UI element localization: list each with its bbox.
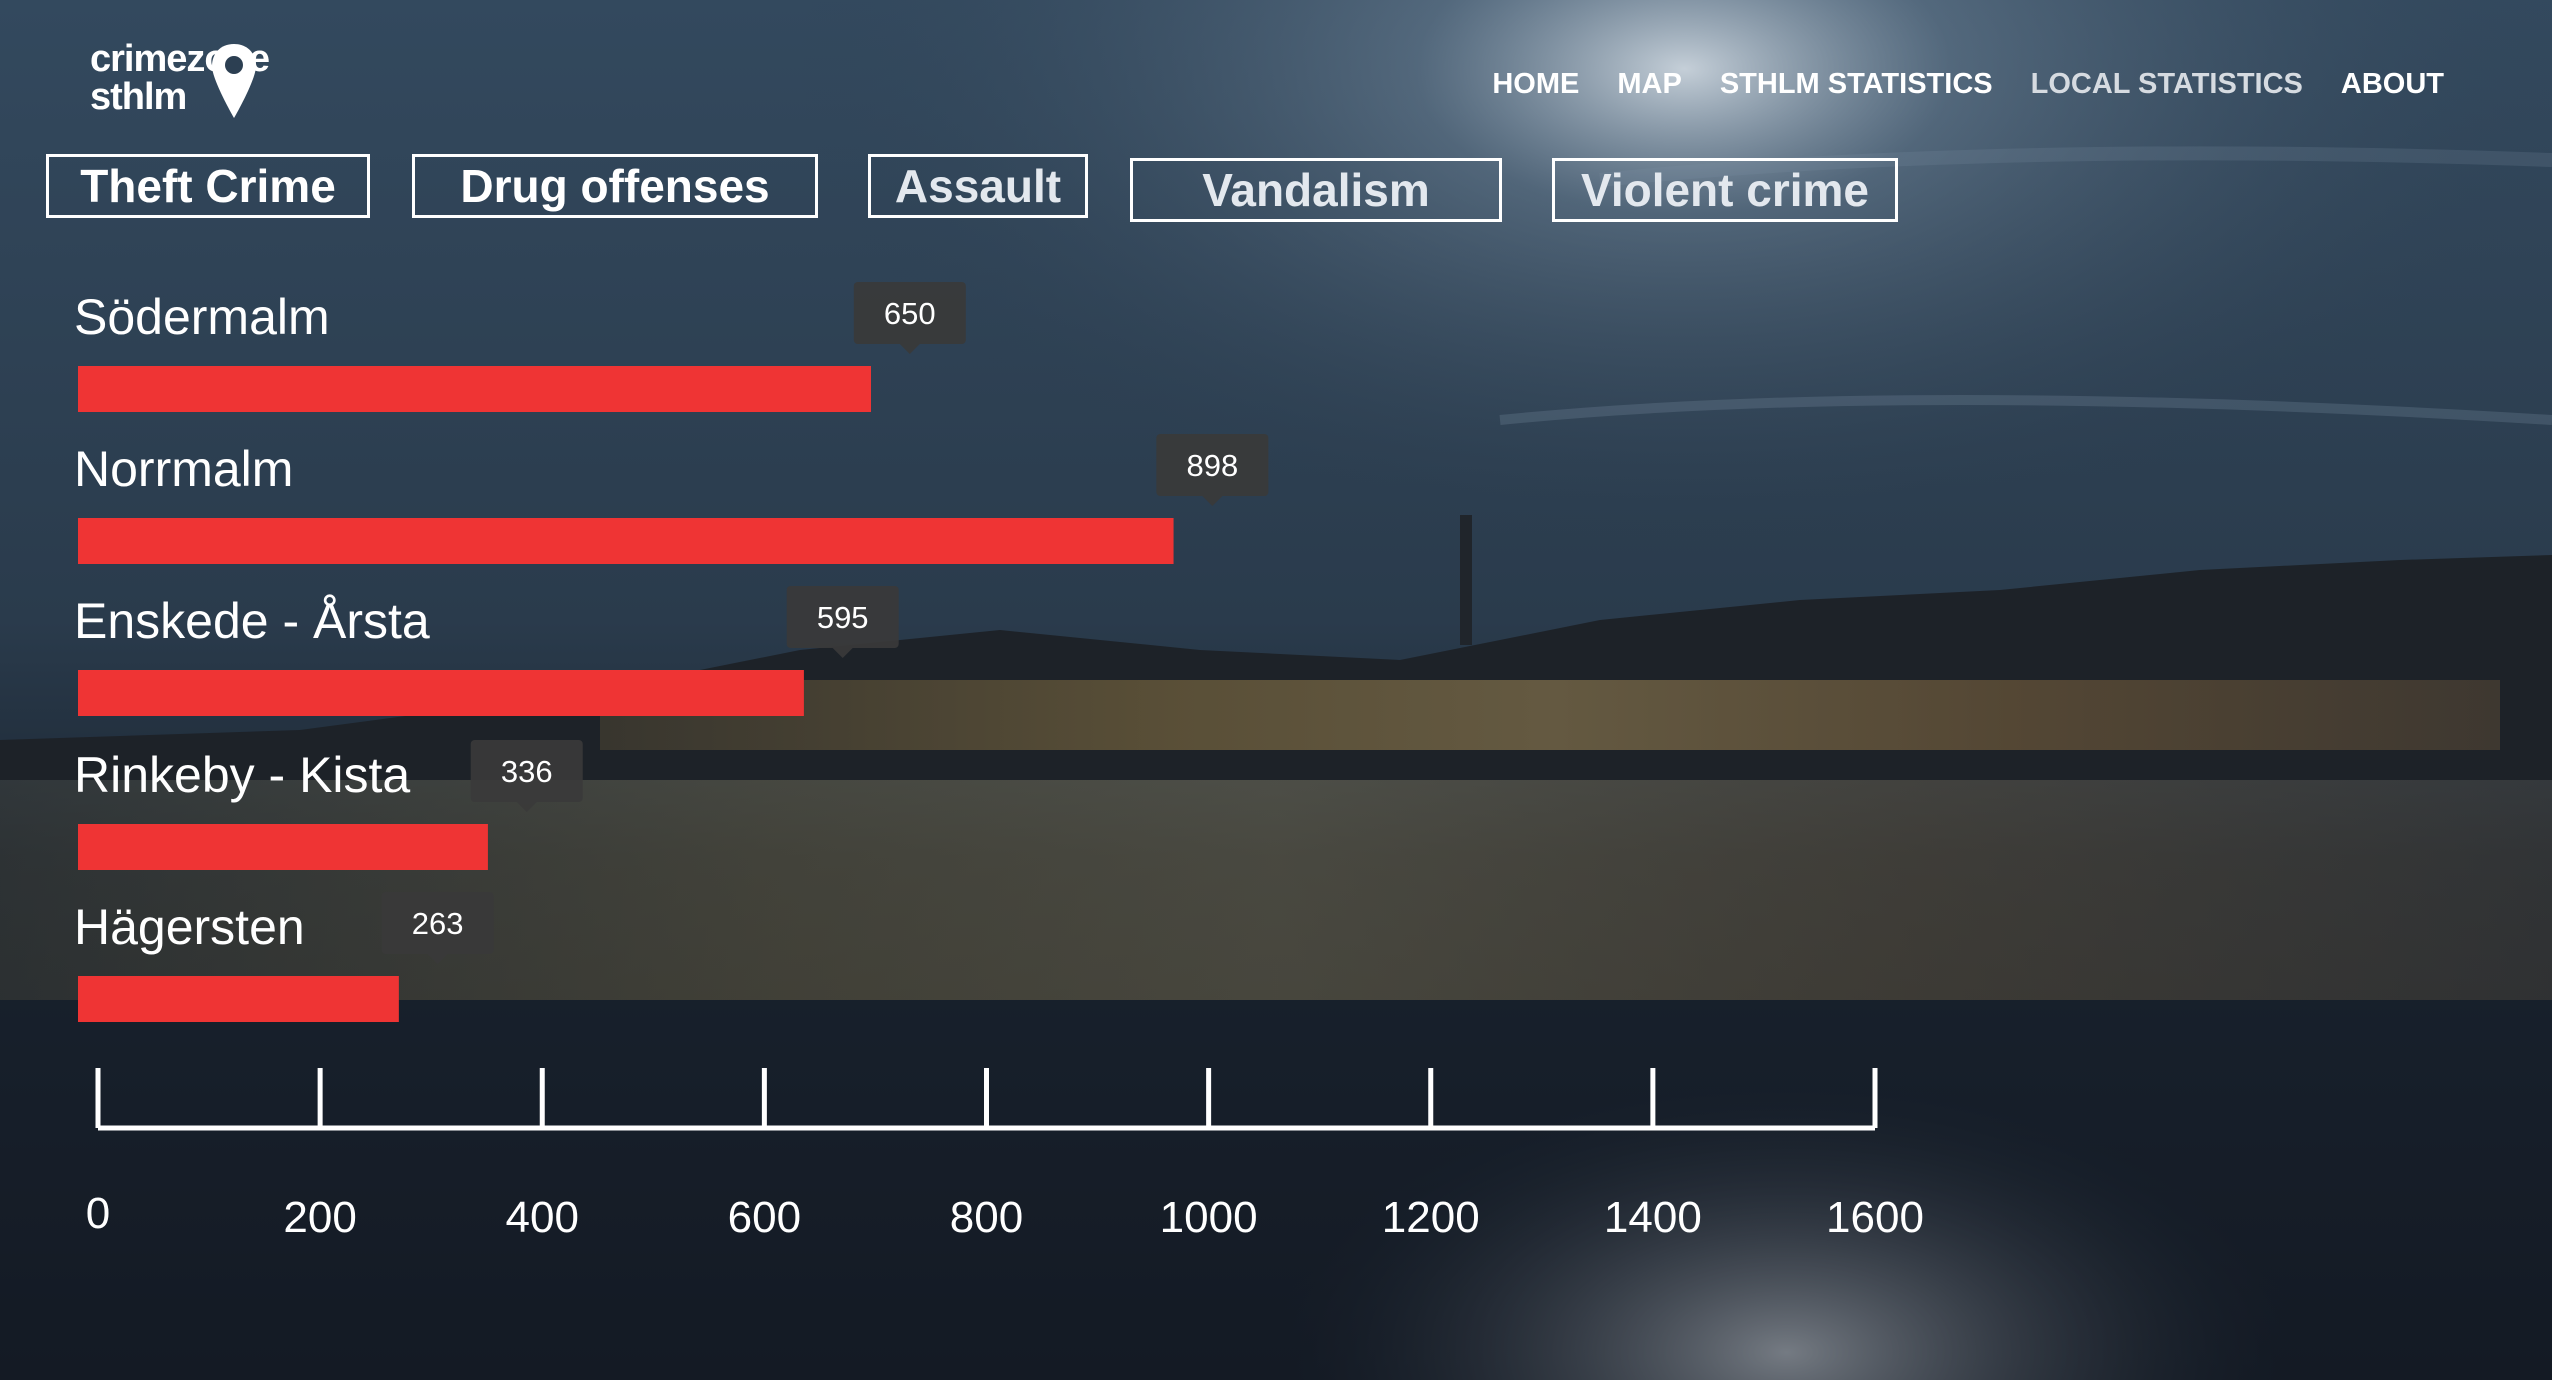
value-label: 650: [884, 296, 936, 331]
x-tick-label: 800: [950, 1193, 1023, 1242]
x-tick-label: 200: [283, 1193, 356, 1242]
bar[interactable]: [78, 824, 488, 870]
x-tick-label: 1400: [1604, 1193, 1702, 1242]
category-label: Norrmalm: [74, 441, 293, 497]
x-tick-label: 0: [86, 1189, 110, 1238]
value-label: 595: [817, 600, 869, 635]
x-tick-label: 1200: [1382, 1193, 1480, 1242]
tooltip-pointer: [516, 802, 537, 812]
bar[interactable]: [78, 518, 1174, 564]
tooltip-pointer: [899, 344, 920, 354]
category-label: Hägersten: [74, 899, 305, 955]
bar[interactable]: [78, 366, 871, 412]
value-label: 336: [501, 754, 553, 789]
category-label: Södermalm: [74, 289, 330, 345]
tooltip-pointer: [832, 648, 853, 658]
tooltip-pointer: [427, 954, 448, 964]
x-tick-label: 1600: [1826, 1193, 1924, 1242]
x-tick-label: 400: [506, 1193, 579, 1242]
category-label: Rinkeby - Kista: [74, 747, 410, 803]
bar[interactable]: [78, 976, 399, 1022]
crime-bar-chart: Södermalm 650 Norrmalm 898 Enskede - Årsta 59…: [74, 282, 1924, 1242]
x-tick-label: 1000: [1160, 1193, 1258, 1242]
tooltip-pointer: [1202, 496, 1223, 506]
category-label: Enskede - Årsta: [74, 593, 430, 649]
value-label: 898: [1186, 448, 1238, 483]
value-label: 263: [412, 906, 464, 941]
x-tick-label: 600: [728, 1193, 801, 1242]
bar[interactable]: [78, 670, 804, 716]
